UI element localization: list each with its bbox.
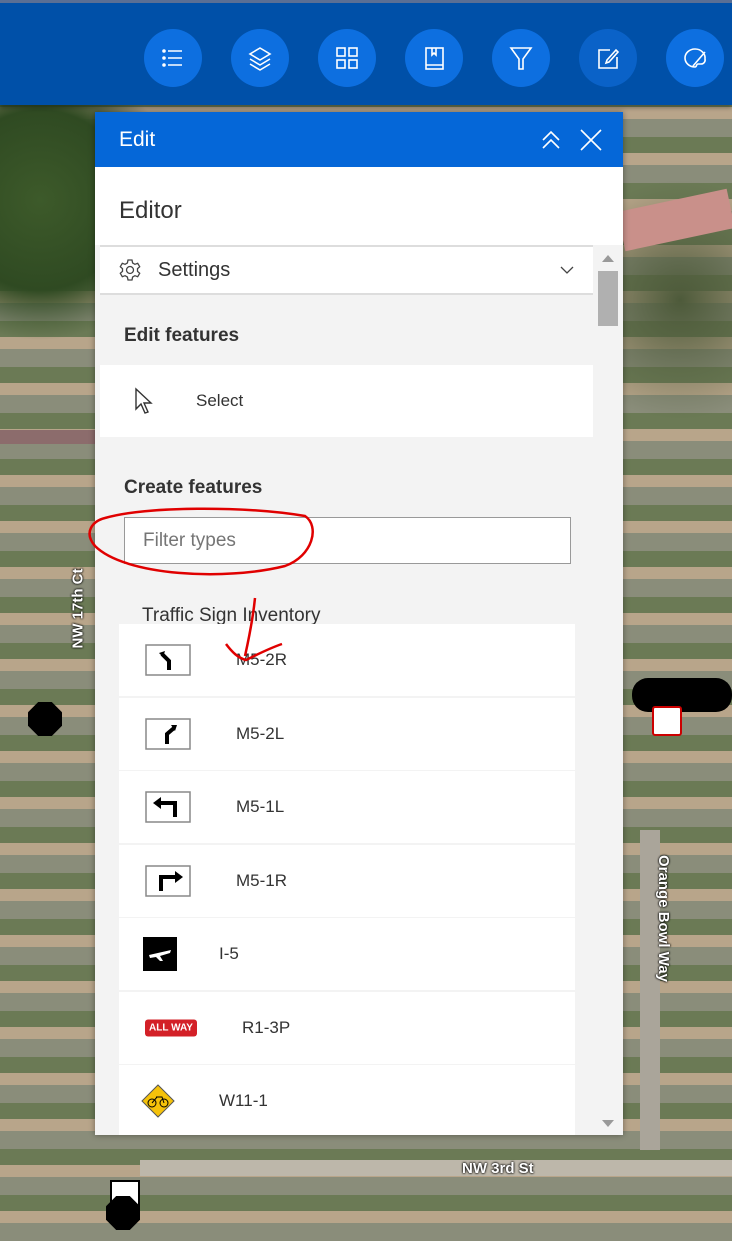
red-annotation: [88, 507, 314, 662]
